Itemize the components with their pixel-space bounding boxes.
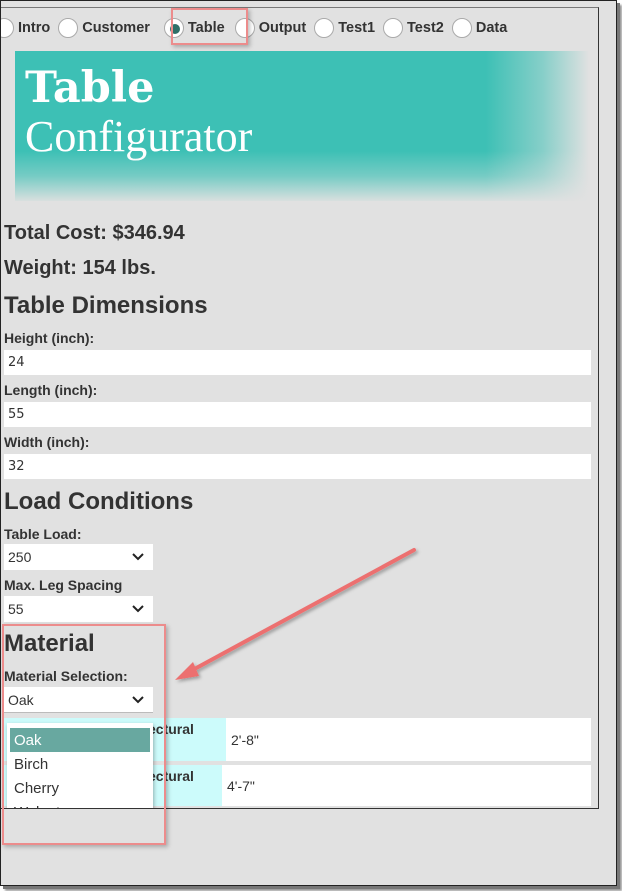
table-load-label: Table Load: [4, 526, 82, 542]
row-value: 2'-8" [226, 718, 591, 761]
material-selection-label: Material Selection: [4, 668, 128, 684]
material-select[interactable]: Oak [4, 687, 153, 713]
chevron-down-icon [132, 605, 144, 613]
radio-icon[interactable] [383, 18, 404, 38]
material-dropdown-list: Oak Birch Cherry Walnut [7, 723, 153, 809]
radio-checked-icon[interactable] [163, 18, 184, 38]
dropdown-option-cherry[interactable]: Cherry [10, 776, 150, 800]
table-load-select[interactable]: 250 [4, 544, 153, 570]
tab-label: Data [475, 20, 508, 36]
select-value: 55 [8, 601, 24, 617]
chevron-down-icon [132, 696, 144, 704]
banner-title: Table [25, 63, 155, 113]
leg-spacing-label: Max. Leg Spacing [4, 577, 123, 593]
height-label: Height (inch): [4, 330, 95, 346]
radio-icon[interactable] [314, 18, 335, 38]
total-cost: Total Cost: $346.94 [4, 222, 185, 244]
height-input[interactable]: 24 [4, 350, 591, 375]
app-panel: Intro Customer Table Output Test1 Test2 [1, 7, 599, 809]
length-input[interactable]: 55 [4, 402, 591, 427]
tab-table[interactable]: Table [163, 16, 225, 40]
screenshot-frame: Intro Customer Table Output Test1 Test2 [0, 0, 617, 886]
tab-intro[interactable]: Intro [1, 16, 50, 40]
dropdown-option-oak[interactable]: Oak [10, 728, 150, 752]
tab-test1[interactable]: Test1 [314, 16, 375, 40]
tab-customer[interactable]: Customer [58, 16, 150, 40]
page-nav: Intro Customer Table Output Test1 Test2 [1, 16, 515, 40]
width-input[interactable]: 32 [4, 454, 591, 479]
header-banner: Table Configurator [15, 51, 589, 201]
tab-label: Test2 [407, 20, 444, 36]
section-heading-dimensions: Table Dimensions [4, 292, 208, 319]
tab-label: Table [187, 20, 225, 36]
select-value: 250 [8, 549, 32, 565]
dropdown-option-walnut[interactable]: Walnut [10, 800, 150, 809]
radio-icon[interactable] [234, 18, 255, 38]
leg-spacing-select[interactable]: 55 [4, 596, 153, 622]
radio-icon[interactable] [1, 18, 14, 38]
tab-label: Intro [18, 20, 51, 36]
length-label: Length (inch): [4, 382, 98, 398]
tab-test2[interactable]: Test2 [383, 16, 444, 40]
weight: Weight: 154 lbs. [4, 257, 156, 279]
banner-subtitle: Configurator [25, 112, 253, 161]
section-heading-material: Material [4, 630, 95, 657]
tab-data[interactable]: Data [451, 16, 508, 40]
tab-label: Customer [82, 20, 150, 36]
select-value: Oak [8, 691, 34, 708]
tab-label: Output [258, 20, 307, 36]
tab-label: Test1 [338, 20, 376, 36]
section-heading-load: Load Conditions [4, 488, 194, 515]
radio-icon[interactable] [58, 18, 79, 38]
row-value: 4'-7" [222, 765, 591, 806]
width-label: Width (inch): [4, 434, 90, 450]
dropdown-option-birch[interactable]: Birch [10, 752, 150, 776]
tab-output[interactable]: Output [234, 16, 307, 40]
radio-icon[interactable] [451, 18, 472, 38]
chevron-down-icon [132, 553, 144, 561]
